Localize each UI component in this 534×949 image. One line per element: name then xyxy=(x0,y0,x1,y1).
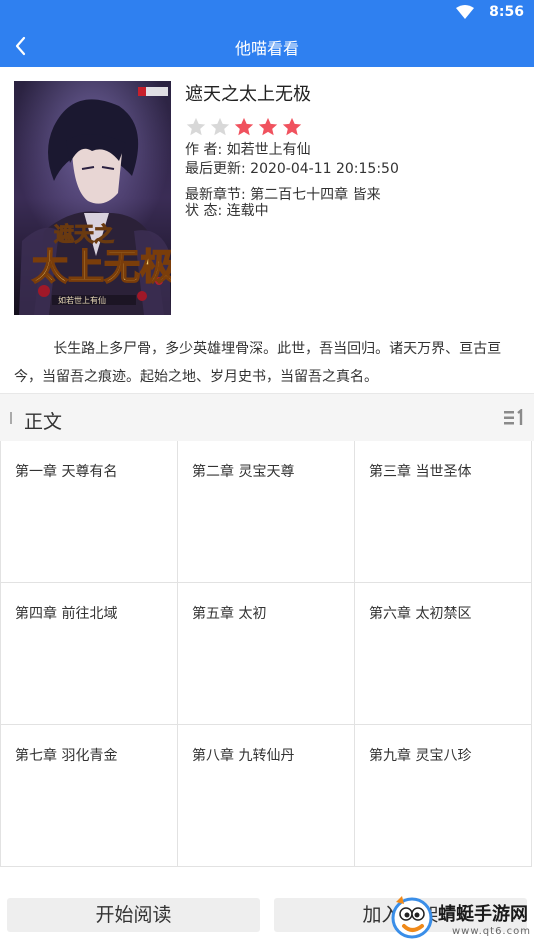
book-info: 遮天之太上无极 作 者: 如若世上有仙 最后更新: 2020-04-11 20:… xyxy=(185,84,524,220)
watermark-site: www.qt6.com xyxy=(452,926,531,937)
status-bar: 8:56 xyxy=(0,0,534,25)
book-updated: 最后更新: 2020-04-11 20:15:50 xyxy=(185,161,399,177)
chapter-item[interactable]: 第五章 太初 xyxy=(178,583,355,725)
sort-order-icon xyxy=(504,407,523,425)
chapter-item[interactable]: 第二章 灵宝天尊 xyxy=(178,441,355,583)
start-reading-button[interactable]: 开始阅读 xyxy=(7,898,260,932)
chapter-item[interactable]: 第三章 当世圣体 xyxy=(355,441,532,583)
cover-title-main: 太上无极 xyxy=(32,246,171,288)
chapter-section-header: 正文 xyxy=(0,393,534,441)
watermark: 蜻蜓手游网 www.qt6.com xyxy=(388,890,534,946)
section-marker xyxy=(10,412,12,424)
book-author: 作 者: 如若世上有仙 xyxy=(185,142,311,158)
page-title: 他喵看看 xyxy=(234,39,299,58)
watermark-text: 蜻蜓手游网 xyxy=(438,904,528,925)
wifi-icon xyxy=(456,5,474,19)
star-filled-icon xyxy=(282,117,302,136)
star-filled-icon xyxy=(258,117,278,136)
star-empty-icon xyxy=(210,117,230,136)
rating-stars xyxy=(185,116,524,140)
chapter-row: 第七章 羽化青金 第八章 九转仙丹 第九章 灵宝八珍 xyxy=(1,725,532,867)
cover-illustration: 遮天之 太上无极 如若世上有仙 xyxy=(14,81,171,315)
star-empty-icon xyxy=(186,117,206,136)
sort-button[interactable] xyxy=(504,407,524,427)
cover-title-top: 遮天之 xyxy=(54,222,114,246)
chapter-item[interactable]: 第七章 羽化青金 xyxy=(1,725,178,867)
chapter-item[interactable]: 第四章 前往北域 xyxy=(1,583,178,725)
status-time: 8:56 xyxy=(489,4,524,20)
chapter-grid: 第一章 天尊有名 第二章 灵宝天尊 第三章 当世圣体 第四章 前往北域 第五章 太初 第六… xyxy=(0,441,532,867)
dragonfly-logo-icon xyxy=(391,896,433,939)
book-cover: 遮天之 太上无极 如若世上有仙 xyxy=(14,81,171,315)
chapter-row: 第四章 前往北域 第五章 太初 第六章 太初禁区 xyxy=(1,583,532,725)
chapter-row: 第一章 天尊有名 第二章 灵宝天尊 第三章 当世圣体 xyxy=(1,441,532,583)
book-summary: 长生路上多尸骨，多少英雄埋骨深。此世，吾当回归。诸天万界、亘古亘今，当留吾之痕迹… xyxy=(14,341,502,385)
chapter-item[interactable]: 第一章 天尊有名 xyxy=(1,441,178,583)
book-title: 遮天之太上无极 xyxy=(185,84,311,105)
chapter-item[interactable]: 第九章 灵宝八珍 xyxy=(355,725,532,867)
app-header: 他喵看看 xyxy=(0,25,534,67)
cover-author: 如若世上有仙 xyxy=(58,295,106,305)
book-status: 状 态: 连载中 xyxy=(185,203,269,219)
chapter-item[interactable]: 第八章 九转仙丹 xyxy=(178,725,355,867)
section-title: 正文 xyxy=(24,411,63,433)
star-filled-icon xyxy=(234,117,254,136)
chapter-item[interactable]: 第六章 太初禁区 xyxy=(355,583,532,725)
